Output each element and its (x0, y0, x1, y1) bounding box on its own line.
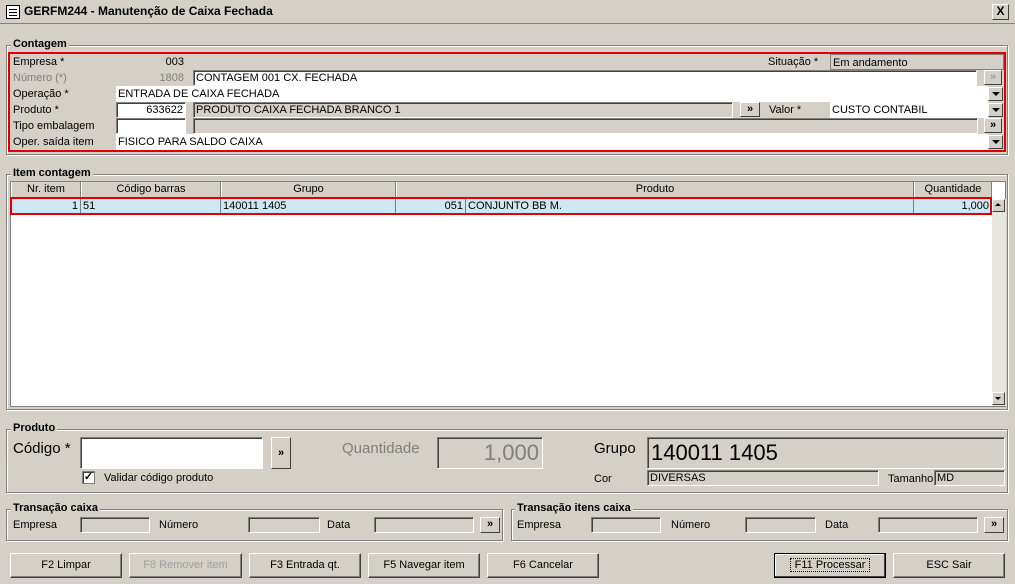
transacao-itens-numero-label: Número (671, 519, 711, 531)
grid-vertical-scrollbar[interactable] (992, 199, 1006, 406)
column-header-nr-item[interactable]: Nr. item (11, 182, 81, 198)
transacao-itens-data-field (878, 517, 978, 533)
empresa-label: Empresa * (13, 56, 65, 68)
oper-saida-dropdown-icon[interactable] (988, 135, 1003, 149)
grupo-field: 140011 1405 (647, 437, 1005, 469)
transacao-caixa-lookup-button[interactable]: » (480, 517, 500, 533)
valor-dropdown-icon[interactable] (988, 103, 1003, 117)
produto-description-field: PRODUTO CAIXA FECHADA BRANCO 1 (193, 102, 733, 118)
numero-field[interactable]: 1808 (116, 70, 186, 86)
codigo-label: Código * (13, 440, 71, 457)
sair-button[interactable]: ESC Sair (893, 553, 1005, 578)
tipo-embalagem-description (193, 118, 978, 134)
tamanho-label: Tamanho (888, 473, 934, 485)
transacao-caixa-numero-field (248, 517, 320, 533)
transacao-itens-empresa-field (591, 517, 661, 533)
row-highlight (10, 197, 992, 215)
situacao-label: Situação * (768, 56, 819, 68)
produto-legend: Produto (11, 422, 58, 434)
validar-label[interactable]: Validar código produto (104, 472, 213, 484)
window-title: GERFM244 - Manutenção de Caixa Fechada (24, 4, 273, 18)
contagem-legend: Contagem (11, 38, 69, 50)
empresa-field[interactable]: 003 (116, 54, 186, 70)
oper-saida-select[interactable]: FISICO PARA SALDO CAIXA (116, 134, 988, 150)
transacao-caixa-data-label: Data (327, 519, 351, 531)
navegar-item-button[interactable]: F5 Navegar item (368, 553, 480, 578)
cor-label: Cor (594, 473, 612, 485)
transacao-caixa-numero-label: Número (159, 519, 199, 531)
codigo-lookup-button[interactable]: » (271, 437, 291, 469)
quantidade-label: Quantidade (342, 440, 420, 457)
produto-code-field[interactable]: 633622 (116, 102, 186, 118)
valor-label: Valor * (769, 104, 802, 116)
cor-field: DIVERSAS (647, 470, 879, 486)
scroll-up-icon[interactable] (992, 199, 1005, 212)
valor-select[interactable]: CUSTO CONTABIL (830, 102, 988, 118)
column-header-produto[interactable]: Produto (396, 182, 914, 198)
transacao-caixa-empresa-field (80, 517, 150, 533)
produto-lookup-button[interactable]: » (740, 102, 760, 117)
scroll-down-icon[interactable] (992, 392, 1005, 405)
numero-description-field[interactable]: CONTAGEM 001 CX. FECHADA (193, 70, 977, 86)
transacao-caixa-data-field (374, 517, 474, 533)
cancelar-button[interactable]: F6 Cancelar (487, 553, 599, 578)
limpar-button[interactable]: F2 Limpar (10, 553, 122, 578)
transacao-itens-data-label: Data (825, 519, 849, 531)
entrada-qt-button[interactable]: F3 Entrada qt. (249, 553, 361, 578)
tipo-embalagem-field[interactable] (116, 118, 186, 134)
processar-button[interactable]: F11 Processar (774, 553, 886, 578)
remover-item-button[interactable]: F8 Remover item (129, 553, 242, 578)
column-header-grupo[interactable]: Grupo (221, 182, 396, 198)
processar-label: F11 Processar (789, 558, 871, 572)
quantidade-field[interactable]: 1,000 (437, 437, 543, 469)
tipo-embalagem-label: Tipo embalagem (13, 120, 95, 132)
operacao-label: Operação * (13, 88, 69, 100)
oper-saida-label: Oper. saída item (13, 136, 94, 148)
title-bar: GERFM244 - Manutenção de Caixa Fechada X (0, 0, 1015, 24)
grupo-label: Grupo (594, 440, 636, 457)
transacao-itens-empresa-label: Empresa (517, 519, 562, 531)
situacao-field[interactable]: Em andamento (830, 54, 1004, 70)
column-header-quantidade[interactable]: Quantidade (914, 182, 992, 198)
numero-lookup-button[interactable]: » (984, 70, 1002, 85)
tamanho-field: MD (934, 470, 1005, 486)
operacao-select[interactable]: ENTRADA DE CAIXA FECHADA (116, 86, 988, 102)
validar-checkbox[interactable]: ✓ (82, 471, 95, 484)
operacao-dropdown-icon[interactable] (988, 87, 1003, 101)
item-contagem-legend: Item contagem (11, 167, 93, 179)
transacao-itens-numero-field (745, 517, 816, 533)
close-button[interactable]: X (992, 4, 1009, 20)
transacao-itens-lookup-button[interactable]: » (984, 517, 1004, 533)
produto-label: Produto * (13, 104, 59, 116)
column-header-codigo-barras[interactable]: Código barras (81, 182, 221, 198)
transacao-caixa-legend: Transação caixa (11, 502, 101, 514)
codigo-input[interactable] (80, 437, 263, 469)
transacao-itens-legend: Transação itens caixa (515, 502, 633, 514)
transacao-caixa-empresa-label: Empresa (13, 519, 58, 531)
app-icon (6, 5, 20, 19)
tipo-embalagem-lookup-button[interactable]: » (984, 118, 1002, 133)
numero-label: Número (*) (13, 72, 67, 84)
